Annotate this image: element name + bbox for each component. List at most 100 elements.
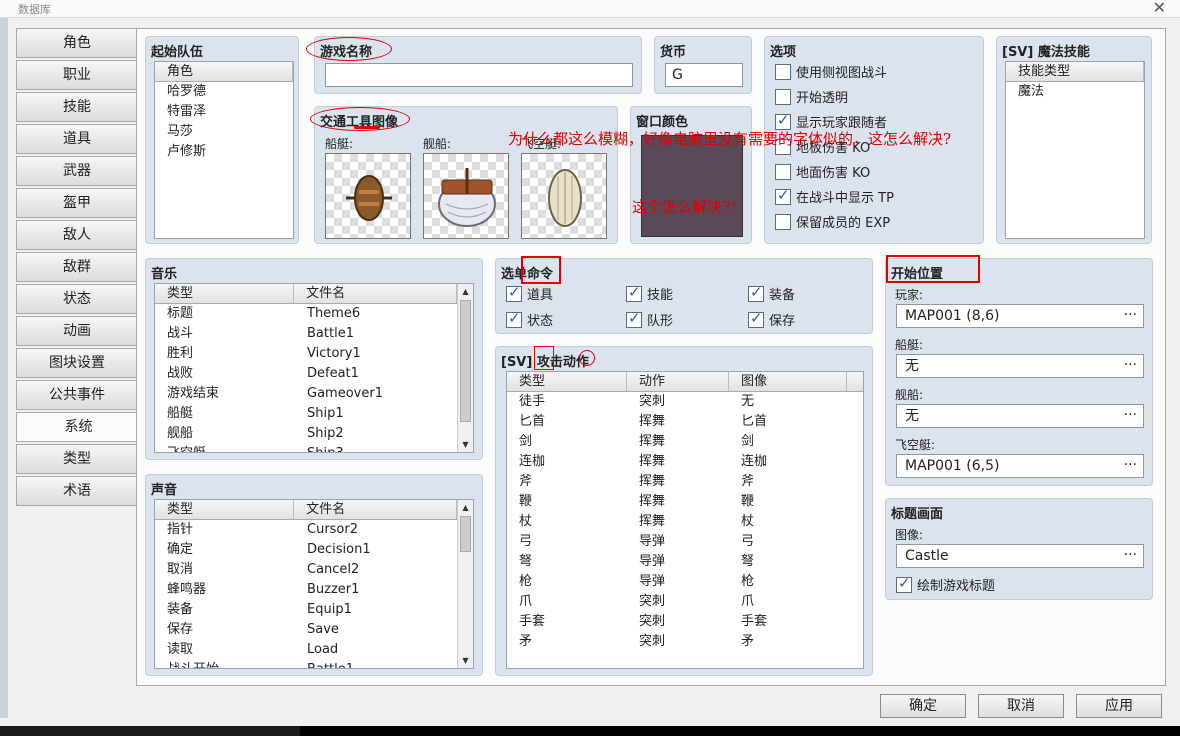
player-start-picker[interactable]: MAP001 (8,6) ··· [896, 304, 1144, 328]
table-row[interactable]: 斧挥舞斧 [507, 472, 863, 492]
checkbox-checked[interactable] [896, 574, 912, 593]
checkbox[interactable] [775, 88, 791, 105]
table-row[interactable]: 手套 突刺 手套 [507, 612, 863, 632]
menu-cmd-equip[interactable]: 装备 [748, 283, 795, 303]
table-row[interactable]: 取消 Cancel2 [155, 560, 473, 580]
checkbox-checked[interactable] [748, 309, 764, 328]
table-row[interactable]: 战败 Defeat1 [155, 364, 473, 384]
table-row[interactable]: 胜利 Victory1 [155, 344, 473, 364]
cancel-button[interactable]: 取消 [978, 694, 1064, 718]
table-row[interactable]: 装备 Equip1 [155, 600, 473, 620]
table-row[interactable]: 指针 Cursor2 [155, 520, 473, 540]
table-row[interactable]: 飞空艇Ship3 [155, 444, 473, 452]
table-row[interactable]: 匕首 挥舞 匕首 [507, 412, 863, 432]
table-row[interactable]: 杖挥舞杖 [507, 512, 863, 532]
ok-button[interactable]: 确定 [880, 694, 966, 718]
tab-troops[interactable]: 敌群 [16, 252, 138, 282]
table-row[interactable]: 矛突刺矛 [507, 632, 863, 652]
boat-image[interactable] [325, 153, 411, 239]
airship-image[interactable] [521, 153, 607, 239]
tab-classes[interactable]: 职业 [16, 60, 138, 90]
table-row[interactable]: 战斗 Battle1 [155, 324, 473, 344]
table-row[interactable]: 舰船 Ship2 [155, 424, 473, 444]
title-image-picker[interactable]: Castle ··· [896, 544, 1144, 568]
scroll-down-icon[interactable]: ▼ [458, 653, 473, 668]
currency-input[interactable]: G [665, 63, 743, 87]
table-row[interactable]: 徒手 突刺无 [507, 392, 863, 412]
list-item[interactable]: 特雷泽 [155, 102, 293, 122]
table-row[interactable]: 枪导弹枪 [507, 572, 863, 592]
tab-enemies[interactable]: 敌人 [16, 220, 138, 250]
menu-cmd-skill[interactable]: 技能 [626, 283, 673, 303]
tab-types[interactable]: 类型 [16, 444, 138, 474]
option-reserve-exp[interactable]: 保留成员的 EXP [775, 212, 890, 231]
more-icon[interactable]: ··· [1124, 354, 1137, 376]
checkbox[interactable] [775, 163, 791, 180]
list-item[interactable]: 魔法 [1006, 82, 1144, 102]
menu-cmd-status[interactable]: 状态 [506, 309, 553, 329]
tab-common-events[interactable]: 公共事件 [16, 380, 138, 410]
scroll-thumb[interactable] [460, 516, 471, 552]
table-row[interactable]: 战斗开始Battle1 [155, 660, 473, 668]
sound-list[interactable]: 类型 文件名 指针 Cursor2 确定 Decision1 取消 Cancel2 蜂… [154, 499, 474, 669]
option-display-tp[interactable]: 在战斗中显示 TP [775, 186, 894, 206]
boat-start-picker[interactable]: 无 ··· [896, 354, 1144, 378]
tab-weapons[interactable]: 武器 [16, 156, 138, 186]
game-title-input[interactable] [325, 63, 633, 87]
ship-image[interactable] [423, 153, 509, 239]
table-row[interactable]: 鞭挥舞鞭 [507, 492, 863, 512]
checkbox-checked[interactable] [506, 309, 522, 328]
airship-start-picker[interactable]: MAP001 (6,5) ··· [896, 454, 1144, 478]
table-row[interactable]: 保存 Save [155, 620, 473, 640]
tab-system[interactable]: 系统 [16, 412, 140, 442]
tab-armors[interactable]: 盔甲 [16, 188, 138, 218]
scroll-up-icon[interactable]: ▲ [458, 284, 473, 299]
menu-cmd-item[interactable]: 道具 [506, 283, 553, 303]
music-scrollbar[interactable]: ▲ ▼ [457, 284, 473, 452]
tab-skills[interactable]: 技能 [16, 92, 138, 122]
window-color-swatch[interactable] [641, 135, 743, 237]
more-icon[interactable]: ··· [1124, 304, 1137, 326]
sv-magic-list[interactable]: 技能类型 魔法 [1005, 61, 1145, 239]
close-icon[interactable]: ✕ [1153, 0, 1166, 17]
more-icon[interactable]: ··· [1124, 544, 1137, 566]
option-slip-damage-ko[interactable]: 地面伤害 KO [775, 162, 870, 181]
checkbox-checked[interactable] [775, 186, 791, 205]
table-row[interactable]: 确定 Decision1 [155, 540, 473, 560]
tab-terms[interactable]: 术语 [16, 476, 138, 506]
table-row[interactable]: 连枷 挥舞 连枷 [507, 452, 863, 472]
option-start-transparent[interactable]: 开始透明 [775, 87, 848, 106]
table-row[interactable]: 爪突刺爪 [507, 592, 863, 612]
checkbox-checked[interactable] [626, 309, 642, 328]
more-icon[interactable]: ··· [1124, 454, 1137, 476]
more-icon[interactable]: ··· [1124, 404, 1137, 426]
party-list[interactable]: 角色 哈罗德 特雷泽 马莎 卢修斯 [154, 61, 294, 239]
tab-items[interactable]: 道具 [16, 124, 138, 154]
tab-states[interactable]: 状态 [16, 284, 138, 314]
list-item[interactable]: 哈罗德 [155, 82, 293, 102]
music-list[interactable]: 类型 文件名 标题 Theme6 战斗 Battle1 胜利 Victory1 战败 D… [154, 283, 474, 453]
table-row[interactable]: 蜂鸣器 Buzzer1 [155, 580, 473, 600]
scroll-up-icon[interactable]: ▲ [458, 500, 473, 515]
checkbox[interactable] [775, 213, 791, 230]
checkbox-checked[interactable] [748, 283, 764, 302]
checkbox-checked[interactable] [506, 283, 522, 302]
list-item[interactable]: 马莎 [155, 122, 293, 142]
tab-animations[interactable]: 动画 [16, 316, 138, 346]
table-row[interactable]: 船艇 Ship1 [155, 404, 473, 424]
list-item[interactable]: 卢修斯 [155, 142, 293, 162]
sv-attack-list[interactable]: 类型 动作 图像 徒手 突刺无 匕首 挥舞 匕首 剑挥舞剑 连枷 挥舞 连枷 斧挥舞斧 鞭… [506, 371, 864, 669]
apply-button[interactable]: 应用 [1076, 694, 1162, 718]
sound-scrollbar[interactable]: ▲ ▼ [457, 500, 473, 668]
table-row[interactable]: 读取 Load [155, 640, 473, 660]
table-row[interactable]: 弩导弹弩 [507, 552, 863, 572]
option-side-view[interactable]: 使用侧视图战斗 [775, 62, 887, 81]
table-row[interactable]: 剑挥舞剑 [507, 432, 863, 452]
checkbox[interactable] [775, 63, 791, 80]
draw-game-title-option[interactable]: 绘制游戏标题 [896, 574, 995, 594]
table-row[interactable]: 弓导弹弓 [507, 532, 863, 552]
table-row[interactable]: 游戏结束 Gameover1 [155, 384, 473, 404]
checkbox-checked[interactable] [626, 283, 642, 302]
menu-cmd-save[interactable]: 保存 [748, 309, 795, 329]
ship-start-picker[interactable]: 无 ··· [896, 404, 1144, 428]
